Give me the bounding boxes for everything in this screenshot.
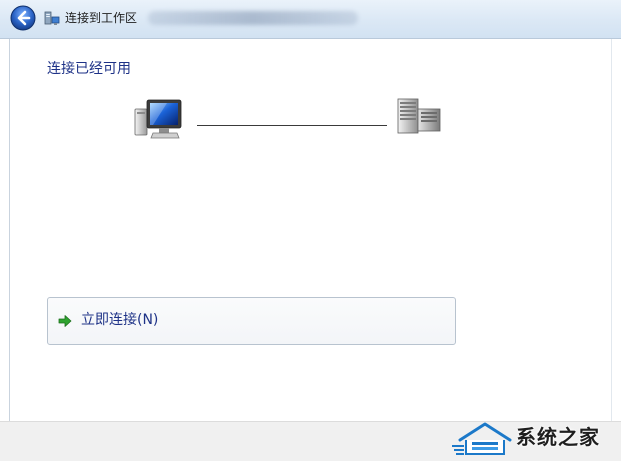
green-arrow-icon [58, 315, 72, 327]
content-right-border [611, 39, 612, 421]
computer-icon [134, 99, 182, 139]
connection-status-heading: 连接已经可用 [47, 61, 131, 77]
workplace-network-icon [44, 11, 60, 25]
connection-line [197, 125, 387, 126]
connect-to-workplace-window: 连接到工作区 连接已经可用 立即连接(N) 系统之家 [0, 0, 621, 461]
connect-now-button[interactable]: 立即连接(N) [47, 297, 456, 345]
server-icon [397, 98, 441, 134]
connect-now-label: 立即连接(N) [81, 312, 159, 328]
window-title: 连接到工作区 [65, 11, 138, 25]
back-arrow-icon[interactable] [10, 5, 36, 31]
watermark-text: 系统之家 [516, 425, 600, 449]
blurred-address-text [148, 11, 358, 25]
title-bar: 连接到工作区 [0, 0, 621, 39]
watermark: 系统之家 [452, 418, 621, 461]
content-left-border [9, 39, 10, 421]
watermark-house-logo-icon [452, 422, 512, 455]
